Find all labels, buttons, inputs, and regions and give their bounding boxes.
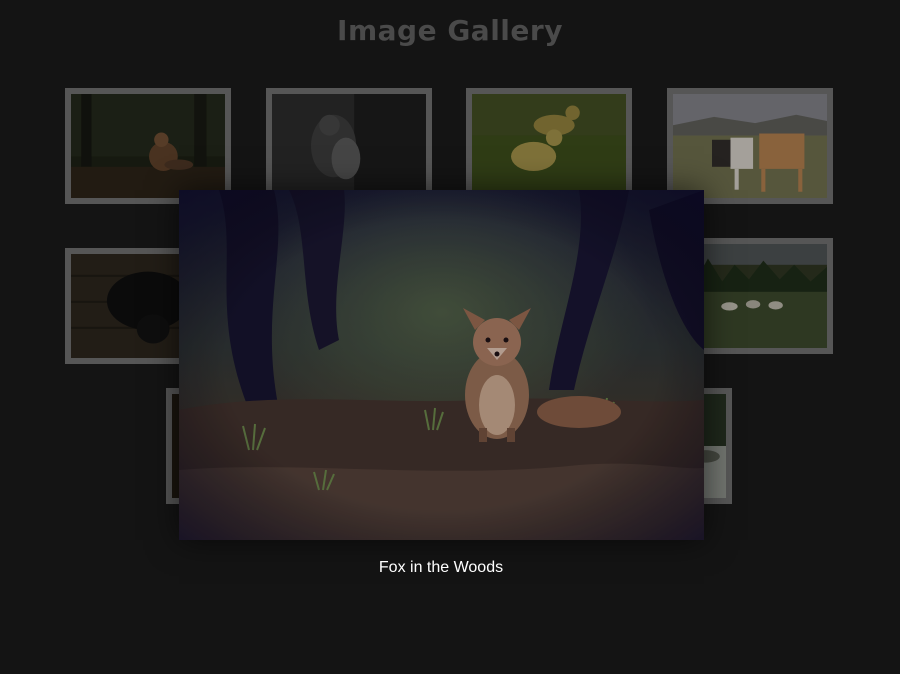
lightbox-caption: Fox in the Woods <box>378 559 504 576</box>
thumbnail-image <box>272 94 426 198</box>
fox-in-woods-photo <box>179 190 704 540</box>
thumbnail-image <box>71 94 225 198</box>
lightbox-image[interactable] <box>179 190 704 540</box>
thumbnail-image <box>472 94 626 198</box>
thumbnail-image <box>673 94 827 198</box>
page-title: Image Gallery <box>337 14 563 47</box>
thumbnail-bw-animal[interactable] <box>266 88 432 204</box>
thumbnail-ducklings[interactable] <box>466 88 632 204</box>
thumbnail-horses[interactable] <box>667 88 833 204</box>
thumbnail-fox[interactable] <box>65 88 231 204</box>
